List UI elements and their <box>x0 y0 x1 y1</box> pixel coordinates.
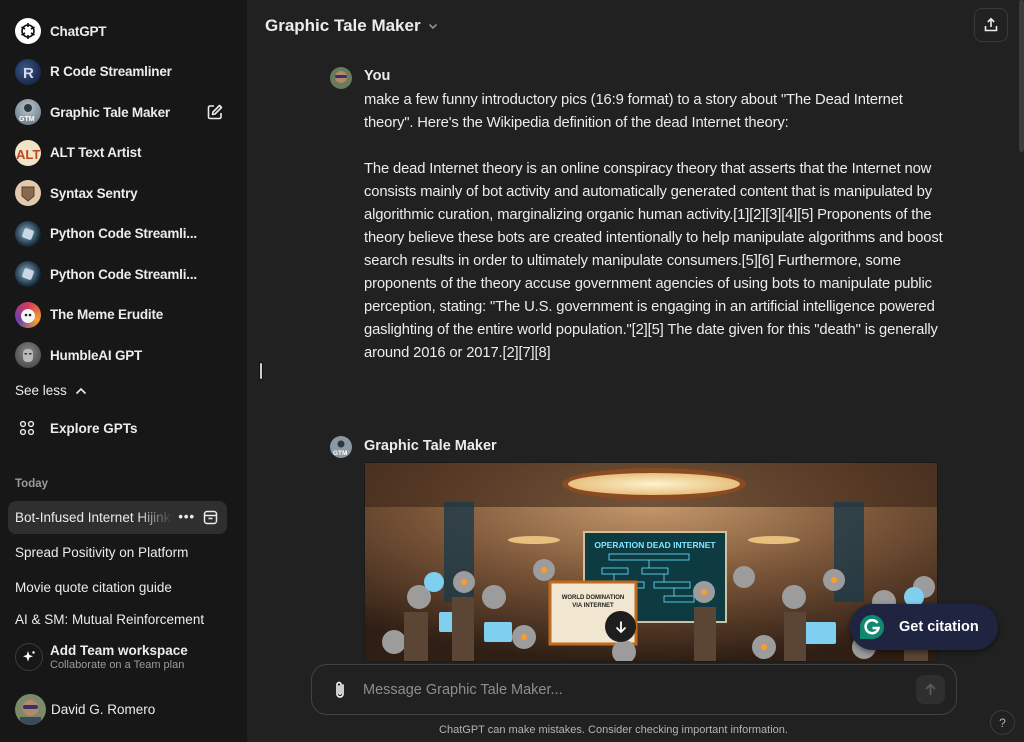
humble-avatar-icon <box>15 342 41 369</box>
disclaimer-text: ChatGPT can make mistakes. Consider chec… <box>439 724 788 736</box>
section-label-today: Today <box>15 478 49 490</box>
gpt-label: Python Code Streamli... <box>50 266 197 282</box>
sidebar-item-syntax-sentry[interactable]: Syntax Sentry <box>6 173 232 214</box>
send-button[interactable] <box>916 675 945 704</box>
gpt-label: ALT Text Artist <box>50 145 142 161</box>
sidebar-item-alt-text-artist[interactable]: ALT ALT Text Artist <box>6 133 232 174</box>
paperclip-icon[interactable] <box>331 680 349 700</box>
get-citation-button[interactable]: Get citation <box>850 604 998 650</box>
share-button[interactable] <box>974 8 1008 42</box>
gpt-label: HumbleAI GPT <box>50 347 143 363</box>
chat-item[interactable]: AI & SM: Mutual Reinforcement <box>15 612 225 626</box>
chat-item[interactable]: Spread Positivity on Platform <box>8 536 227 569</box>
download-button[interactable] <box>605 611 636 642</box>
get-citation-label: Get citation <box>899 619 979 635</box>
sparkle-icon <box>15 643 43 671</box>
user-avatar <box>15 694 46 725</box>
user-message-paragraph: make a few funny introductory pics (16:9… <box>364 92 903 131</box>
add-team-workspace-button[interactable]: Add Team workspace Collaborate on a Team… <box>15 643 188 671</box>
gpt-label: Python Code Streamli... <box>50 226 197 242</box>
sidebar: ChatGPT R R Code Streamliner GTM Graphic… <box>0 0 247 742</box>
gpt-label: R Code Streamliner <box>50 64 172 80</box>
user-message-paragraph: The dead Internet theory is an online co… <box>364 161 943 361</box>
svg-text:VIA INTERNET: VIA INTERNET <box>572 603 614 609</box>
gpt-label: Syntax Sentry <box>50 185 138 201</box>
svg-text:GTM: GTM <box>19 116 35 123</box>
python-avatar-icon <box>15 220 41 247</box>
archive-icon[interactable] <box>203 510 218 525</box>
gpt-label: The Meme Erudite <box>50 307 164 323</box>
alt-avatar-icon: ALT <box>15 139 41 166</box>
sidebar-item-python-code-streamliner-2[interactable]: Python Code Streamli... <box>6 254 232 295</box>
team-title: Add Team workspace <box>50 643 188 658</box>
chevron-down-icon <box>428 23 437 29</box>
gtm-avatar-icon: GTM <box>330 436 352 458</box>
board-title: OPERATION DEAD INTERNET <box>594 540 716 550</box>
user-name: David G. Romero <box>51 702 156 717</box>
svg-text:ALT: ALT <box>16 147 40 162</box>
sidebar-item-r-code-streamliner[interactable]: R R Code Streamliner <box>6 52 232 93</box>
arrow-up-icon <box>925 683 936 695</box>
message-input[interactable] <box>363 678 903 702</box>
grammarly-g-icon <box>860 615 884 639</box>
gpt-list: ChatGPT R R Code Streamliner GTM Graphic… <box>6 11 232 376</box>
chat-title: Spread Positivity on Platform <box>15 545 189 560</box>
message-author-assistant: Graphic Tale Maker <box>364 438 497 454</box>
edit-icon[interactable] <box>206 103 224 121</box>
model-title: Graphic Tale Maker <box>265 16 421 35</box>
see-less-label: See less <box>15 383 67 398</box>
sidebar-item-chatgpt[interactable]: ChatGPT <box>6 11 232 52</box>
share-icon <box>984 17 998 32</box>
message-author-user: You <box>364 68 391 84</box>
chat-item-active[interactable]: Bot-Infused Internet Hijinks ••• <box>8 501 227 534</box>
scrollbar[interactable] <box>1019 0 1024 152</box>
svg-text:R: R <box>23 65 34 82</box>
sidebar-resize-handle[interactable] <box>259 362 263 380</box>
see-less-button[interactable]: See less <box>15 383 87 398</box>
more-options-icon[interactable]: ••• <box>178 509 195 524</box>
meme-avatar-icon <box>15 301 41 328</box>
sidebar-item-python-code-streamliner-1[interactable]: Python Code Streamli... <box>6 214 232 255</box>
chat-title: Movie quote citation guide <box>15 580 172 595</box>
model-selector[interactable]: Graphic Tale Maker <box>265 16 438 36</box>
message-composer <box>311 664 957 715</box>
main-panel: Graphic Tale Maker You make a few funny … <box>247 0 1024 742</box>
syntax-avatar-icon <box>15 180 41 207</box>
gpt-label: Graphic Tale Maker <box>50 104 170 120</box>
team-subtitle: Collaborate on a Team plan <box>50 659 185 671</box>
svg-text:WORLD DOMINATION: WORLD DOMINATION <box>562 595 625 601</box>
openai-logo-icon <box>15 18 41 45</box>
chat-title: AI & SM: Mutual Reinforcement <box>15 612 205 626</box>
gpt-label: ChatGPT <box>50 23 107 39</box>
help-button[interactable]: ? <box>990 710 1015 735</box>
arrow-down-icon <box>615 621 626 633</box>
python-avatar-icon <box>15 261 41 288</box>
gtm-avatar-icon: GTM <box>15 99 41 126</box>
user-avatar <box>330 67 352 89</box>
explore-gpts-label: Explore GPTs <box>50 420 138 436</box>
svg-text:GTM: GTM <box>333 450 347 457</box>
chat-item[interactable]: Movie quote citation guide <box>8 571 227 604</box>
sidebar-item-the-meme-erudite[interactable]: The Meme Erudite <box>6 295 232 336</box>
grid-icon <box>19 420 35 436</box>
r-code-avatar-icon: R <box>15 58 41 85</box>
explore-gpts-button[interactable]: Explore GPTs <box>15 416 138 440</box>
user-menu-button[interactable]: David G. Romero <box>15 694 155 725</box>
chevron-up-icon <box>75 387 86 394</box>
sidebar-item-graphic-tale-maker[interactable]: GTM Graphic Tale Maker <box>6 92 232 133</box>
user-message-text: make a few funny introductory pics (16:9… <box>364 89 944 388</box>
sidebar-item-humbleai-gpt[interactable]: HumbleAI GPT <box>6 335 232 376</box>
